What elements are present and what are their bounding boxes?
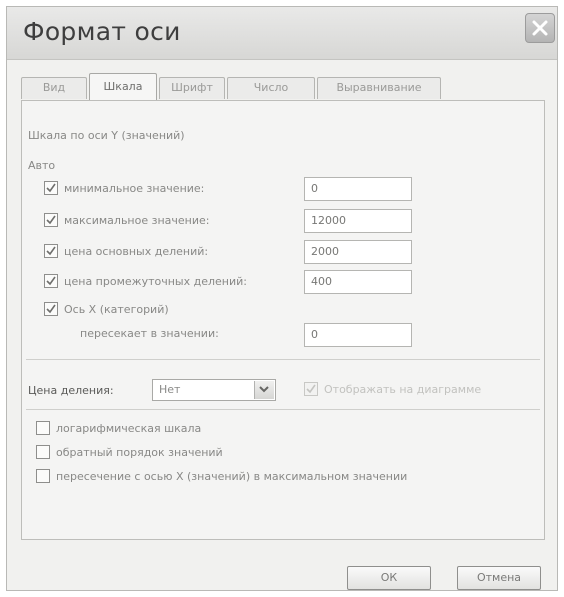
chevron-down-icon [259, 386, 269, 393]
minor-unit-input[interactable]: 400 [304, 270, 412, 294]
major-unit-label: цена основных делений: [64, 245, 209, 258]
max-value-input[interactable]: 12000 [304, 209, 412, 233]
checkmark-icon [306, 384, 316, 394]
division-select[interactable]: Нет [152, 379, 276, 401]
dropdown-button[interactable] [254, 381, 274, 399]
max-value-label: максимальное значение: [64, 214, 210, 227]
division-select-value: Нет [159, 383, 181, 396]
crosses-at-label: пересекает в значении: [80, 327, 219, 340]
dialog-titlebar: Формат оси [7, 7, 557, 60]
minor-unit-auto-checkbox[interactable] [44, 274, 58, 288]
auto-label: Авто [28, 159, 56, 172]
tab-number[interactable]: Число [227, 77, 315, 99]
axis-x-label: Ось X (категорий) [64, 303, 169, 316]
log-scale-checkbox[interactable] [36, 421, 50, 435]
divider [26, 409, 540, 410]
reverse-order-checkbox[interactable] [36, 445, 50, 459]
divider [26, 359, 540, 360]
close-icon [532, 20, 548, 36]
checkmark-icon [46, 183, 56, 193]
scale-heading: Шкала по оси Y (значений) [28, 129, 185, 142]
display-on-chart-label: Отображать на диаграмме [324, 383, 482, 396]
minor-unit-label: цена промежуточных делений: [64, 275, 247, 288]
ok-button[interactable]: ОК [347, 566, 431, 590]
min-auto-checkbox[interactable] [44, 181, 58, 195]
dialog-title: Формат оси [23, 17, 181, 46]
cancel-button[interactable]: Отмена [457, 566, 541, 590]
division-label: Цена деления: [28, 384, 114, 397]
axis-x-crosses-auto-checkbox[interactable] [44, 302, 58, 316]
checkmark-icon [46, 276, 56, 286]
tab-scale[interactable]: Шкала [89, 73, 157, 100]
tab-view[interactable]: Вид [21, 77, 87, 99]
major-unit-auto-checkbox[interactable] [44, 244, 58, 258]
crosses-at-input[interactable]: 0 [304, 323, 412, 347]
crosses-at-max-label: пересечение с осью X (значений) в максим… [56, 470, 408, 483]
max-auto-checkbox[interactable] [44, 213, 58, 227]
checkmark-icon [46, 246, 56, 256]
crosses-at-max-checkbox[interactable] [36, 469, 50, 483]
reverse-order-label: обратный порядок значений [56, 446, 223, 459]
scale-panel: Шкала по оси Y (значений) Авто минимальн… [21, 100, 545, 540]
min-value-label: минимальное значение: [64, 182, 205, 195]
log-scale-label: логарифмическая шкала [56, 422, 202, 435]
tab-font[interactable]: Шрифт [159, 77, 225, 99]
display-on-chart-checkbox[interactable] [304, 382, 318, 396]
checkmark-icon [46, 215, 56, 225]
format-axis-dialog: Формат оси Вид Шкала Шрифт Число Выравни… [6, 6, 558, 591]
min-value-input[interactable]: 0 [304, 177, 412, 201]
tab-alignment[interactable]: Выравнивание [317, 77, 441, 99]
major-unit-input[interactable]: 2000 [304, 240, 412, 264]
tab-strip: Вид Шкала Шрифт Число Выравнивание [21, 73, 543, 101]
close-button[interactable] [525, 13, 555, 43]
checkmark-icon [46, 304, 56, 314]
